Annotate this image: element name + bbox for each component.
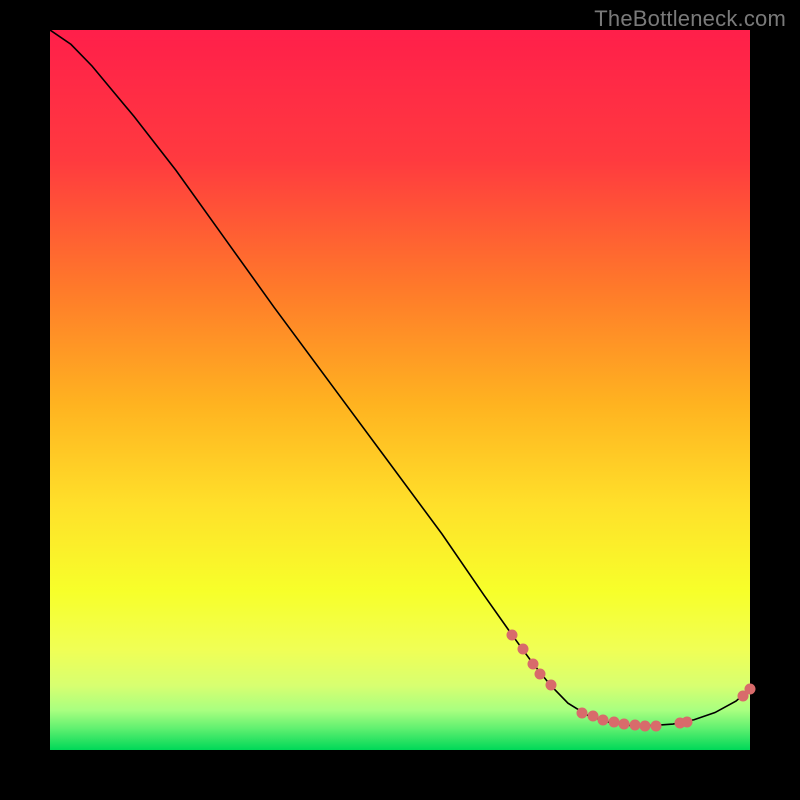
data-point-marker [619,719,630,730]
watermark-text: TheBottleneck.com [594,6,786,32]
data-point-marker [608,716,619,727]
data-point-marker [577,707,588,718]
data-point-marker [507,629,518,640]
data-point-marker [517,644,528,655]
data-point-marker [528,658,539,669]
data-point-marker [650,720,661,731]
data-point-marker [682,716,693,727]
data-point-marker [545,680,556,691]
data-point-marker [640,720,651,731]
data-point-marker [745,683,756,694]
data-point-marker [629,719,640,730]
data-point-marker [587,711,598,722]
chart-background-gradient [50,30,750,750]
data-point-marker [598,714,609,725]
data-point-marker [535,669,546,680]
chart-plot-area [50,30,750,750]
